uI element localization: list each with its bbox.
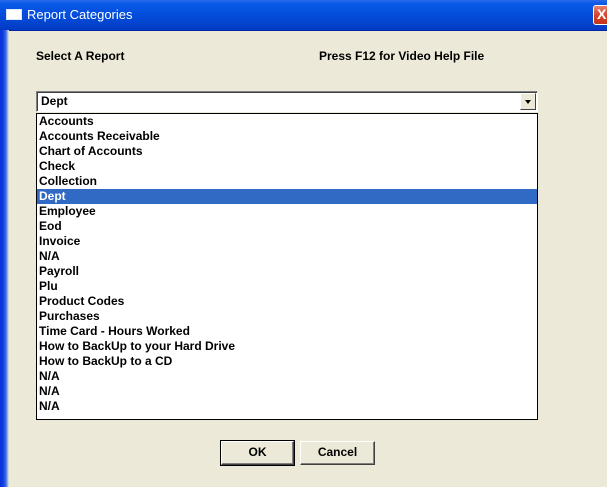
list-item[interactable]: How to BackUp to your Hard Drive [37, 339, 537, 354]
list-item[interactable]: Eod [37, 219, 537, 234]
list-item[interactable]: Payroll [37, 264, 537, 279]
cancel-button[interactable]: Cancel [300, 441, 375, 465]
list-item[interactable]: How to BackUp to a CD [37, 354, 537, 369]
list-item[interactable]: N/A [37, 249, 537, 264]
list-item[interactable]: Check [37, 159, 537, 174]
window-title: Report Categories [27, 7, 133, 22]
window-frame-left [0, 30, 9, 487]
list-item[interactable]: Chart of Accounts [37, 144, 537, 159]
list-item[interactable]: Time Card - Hours Worked [37, 324, 537, 339]
list-item[interactable]: N/A [37, 399, 537, 414]
chevron-down-icon[interactable] [520, 93, 536, 110]
list-item[interactable]: N/A [37, 369, 537, 384]
list-item[interactable]: Product Codes [37, 294, 537, 309]
window-icon [6, 9, 22, 20]
report-list[interactable]: Accounts Accounts Receivable Chart of Acco… [36, 113, 538, 420]
video-help-hint: Press F12 for Video Help File [319, 49, 485, 63]
list-item[interactable]: Accounts Receivable [37, 129, 537, 144]
list-item[interactable]: N/A [37, 384, 537, 399]
list-item[interactable]: Invoice [37, 234, 537, 249]
report-categories-window: Report Categories X Select A Report Pres… [0, 0, 607, 487]
list-item[interactable]: Dept [37, 189, 537, 204]
title-bar[interactable]: Report Categories X [0, 0, 607, 31]
ok-button[interactable]: OK [220, 440, 295, 466]
close-button[interactable]: X [593, 5, 607, 25]
list-item[interactable]: Collection [37, 174, 537, 189]
list-item[interactable]: Purchases [37, 309, 537, 324]
select-report-label: Select A Report [36, 49, 125, 63]
list-item[interactable]: Accounts [37, 114, 537, 129]
list-item[interactable]: Plu [37, 279, 537, 294]
list-item[interactable]: Employee [37, 204, 537, 219]
report-combo-box[interactable]: Dept [36, 91, 538, 112]
combo-selected-value: Dept [41, 94, 68, 108]
